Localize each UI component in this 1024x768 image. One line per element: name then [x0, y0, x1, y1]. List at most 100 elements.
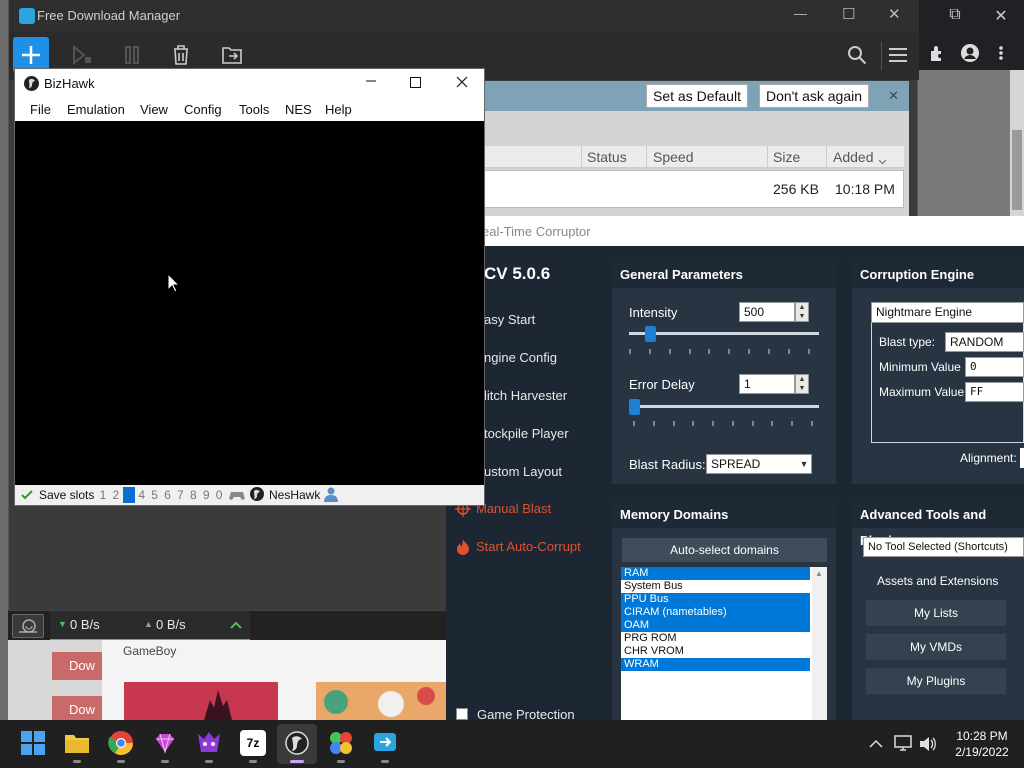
start-windows-icon[interactable]	[20, 730, 46, 756]
pause-icon[interactable]	[123, 45, 145, 68]
error-delay-slider-track[interactable]	[629, 405, 819, 408]
browser-menu-icon[interactable]	[996, 44, 1006, 62]
hamburger-menu-icon[interactable]	[889, 47, 907, 66]
intensity-slider-thumb[interactable]	[645, 326, 656, 342]
bizhawk-minimize-button[interactable]	[365, 75, 377, 90]
menu-nes[interactable]: NES	[285, 102, 312, 117]
game-thumbnail[interactable]	[316, 682, 446, 720]
multicolor-app-icon[interactable]	[328, 730, 354, 756]
7zip-icon[interactable]: 7z	[240, 730, 266, 756]
set-default-button[interactable]: Set as Default	[646, 84, 748, 108]
memory-domain-item[interactable]: RAM	[621, 567, 810, 580]
nav-glitch-harvester[interactable]: litch Harvester	[484, 388, 567, 403]
blast-radius-dropdown-icon[interactable]: ▼	[796, 456, 812, 472]
search-icon[interactable]	[847, 45, 867, 68]
menu-tools[interactable]: Tools	[239, 102, 269, 117]
fdm-close-button[interactable]: ✕	[888, 5, 901, 23]
browser-close-button[interactable]: ✕	[986, 6, 1016, 26]
profile-icon[interactable]	[960, 43, 980, 63]
game-protection-checkbox[interactable]	[456, 708, 468, 720]
file-explorer-icon[interactable]	[64, 730, 90, 756]
fdm-maximize-button[interactable]: ☐	[842, 5, 855, 23]
scroll-up-icon[interactable]: ▲	[815, 569, 823, 578]
engine-select[interactable]: Nightmare Engine	[871, 302, 1024, 323]
chrome-icon[interactable]	[108, 730, 134, 756]
save-slot[interactable]: 1	[97, 488, 109, 502]
memory-domain-item[interactable]: OAM	[621, 619, 810, 632]
volume-icon[interactable]	[919, 736, 937, 755]
menu-file[interactable]: File	[30, 102, 51, 117]
download-button[interactable]: Dow	[52, 652, 102, 680]
show-hidden-icons-chevron-icon[interactable]	[869, 738, 883, 752]
nav-stockpile-player[interactable]: tockpile Player	[484, 426, 569, 441]
nav-custom-layout[interactable]: ustom Layout	[484, 464, 562, 479]
gem-app-icon[interactable]	[152, 730, 178, 756]
memory-domain-item[interactable]: CHR VROM	[621, 645, 810, 658]
error-delay-slider-thumb[interactable]	[629, 399, 640, 415]
extensions-icon[interactable]	[928, 44, 946, 62]
browser-restore-button[interactable]: ⧉	[940, 6, 970, 24]
blast-type-select[interactable]: RANDOM	[945, 332, 1024, 352]
save-slot[interactable]: 0	[213, 488, 225, 502]
speed-panel[interactable]: ▼ 0 B/s ▲ 0 B/s	[50, 611, 250, 641]
save-slot[interactable]: 2	[110, 488, 122, 502]
column-size[interactable]: Size	[773, 149, 800, 165]
memory-domain-item[interactable]: PPU Bus	[621, 593, 810, 606]
menu-view[interactable]: View	[140, 102, 168, 117]
save-slot[interactable]: 4	[136, 488, 148, 502]
delete-icon[interactable]	[172, 44, 190, 69]
infobar-close-button[interactable]: ✕	[888, 88, 899, 104]
intensity-spinner[interactable]: ▲ ▼	[795, 302, 809, 322]
clock-time[interactable]: 10:28 PM	[950, 729, 1014, 743]
intensity-slider-track[interactable]	[629, 332, 819, 335]
column-speed[interactable]: Speed	[653, 149, 693, 165]
my-vmds-button[interactable]: My VMDs	[866, 634, 1006, 660]
save-slot[interactable]: 5	[149, 488, 161, 502]
column-status[interactable]: Status	[587, 149, 627, 165]
bizhawk-close-button[interactable]	[456, 76, 468, 91]
memory-domain-item[interactable]: CIRAM (nametables)	[621, 606, 810, 619]
manual-blast-button[interactable]: Manual Blast	[476, 501, 551, 516]
clock-date[interactable]: 2/19/2022	[950, 745, 1014, 759]
save-slot[interactable]: 7	[174, 488, 186, 502]
emulator-screen[interactable]	[15, 121, 484, 485]
save-slot[interactable]: 6	[162, 488, 174, 502]
auto-select-domains-button[interactable]: Auto-select domains	[622, 538, 827, 562]
memory-domain-item[interactable]: PRG ROM	[621, 632, 810, 645]
error-delay-spinner[interactable]: ▲ ▼	[795, 374, 809, 394]
my-lists-button[interactable]: My Lists	[866, 600, 1006, 626]
move-to-folder-icon[interactable]	[221, 45, 243, 68]
resume-icon[interactable]	[71, 44, 93, 68]
bizhawk-taskbar-icon[interactable]	[284, 730, 310, 756]
my-plugins-button[interactable]: My Plugins	[866, 668, 1006, 694]
bizhawk-maximize-button[interactable]	[410, 76, 421, 91]
memory-domains-list[interactable]: RAM System Bus PPU Bus CIRAM (nametables) OA…	[621, 567, 827, 720]
domain-list-scrollbar[interactable]: ▲	[812, 567, 827, 720]
intensity-input[interactable]: 500	[739, 302, 795, 322]
save-slot[interactable]	[122, 487, 135, 503]
game-app-icon[interactable]	[196, 730, 222, 756]
fdm-minimize-button[interactable]: —	[794, 6, 807, 21]
download-row[interactable]: 256 KB 10:18 PM	[478, 170, 904, 208]
game-thumbnail[interactable]	[124, 682, 278, 720]
memory-domain-item[interactable]: WRAM	[621, 658, 810, 671]
download-button[interactable]: Dow	[52, 696, 102, 720]
nav-easy-start[interactable]: asy Start	[484, 312, 535, 327]
minimum-value-input[interactable]: 0	[965, 357, 1024, 377]
browser-scrollbar-thumb[interactable]	[1012, 130, 1022, 210]
auto-corrupt-button[interactable]: Start Auto-Corrupt	[476, 539, 581, 554]
save-slot[interactable]: 8	[187, 488, 199, 502]
dont-ask-button[interactable]: Don't ask again	[759, 84, 869, 108]
tool-select[interactable]: No Tool Selected (Shortcuts)	[863, 537, 1024, 557]
network-icon[interactable]	[894, 735, 912, 754]
menu-help[interactable]: Help	[325, 102, 352, 117]
fdm-taskbar-icon[interactable]	[372, 730, 398, 756]
memory-domain-item[interactable]: System Bus	[621, 580, 810, 593]
maximum-value-input[interactable]: FF	[965, 382, 1024, 402]
nav-engine-config[interactable]: ngine Config	[484, 350, 557, 365]
snail-mode-icon[interactable]	[12, 614, 44, 638]
chevron-up-icon[interactable]	[230, 619, 242, 633]
alignment-input[interactable]	[1020, 448, 1024, 468]
menu-emulation[interactable]: Emulation	[67, 102, 125, 117]
save-slot[interactable]: 9	[200, 488, 212, 502]
